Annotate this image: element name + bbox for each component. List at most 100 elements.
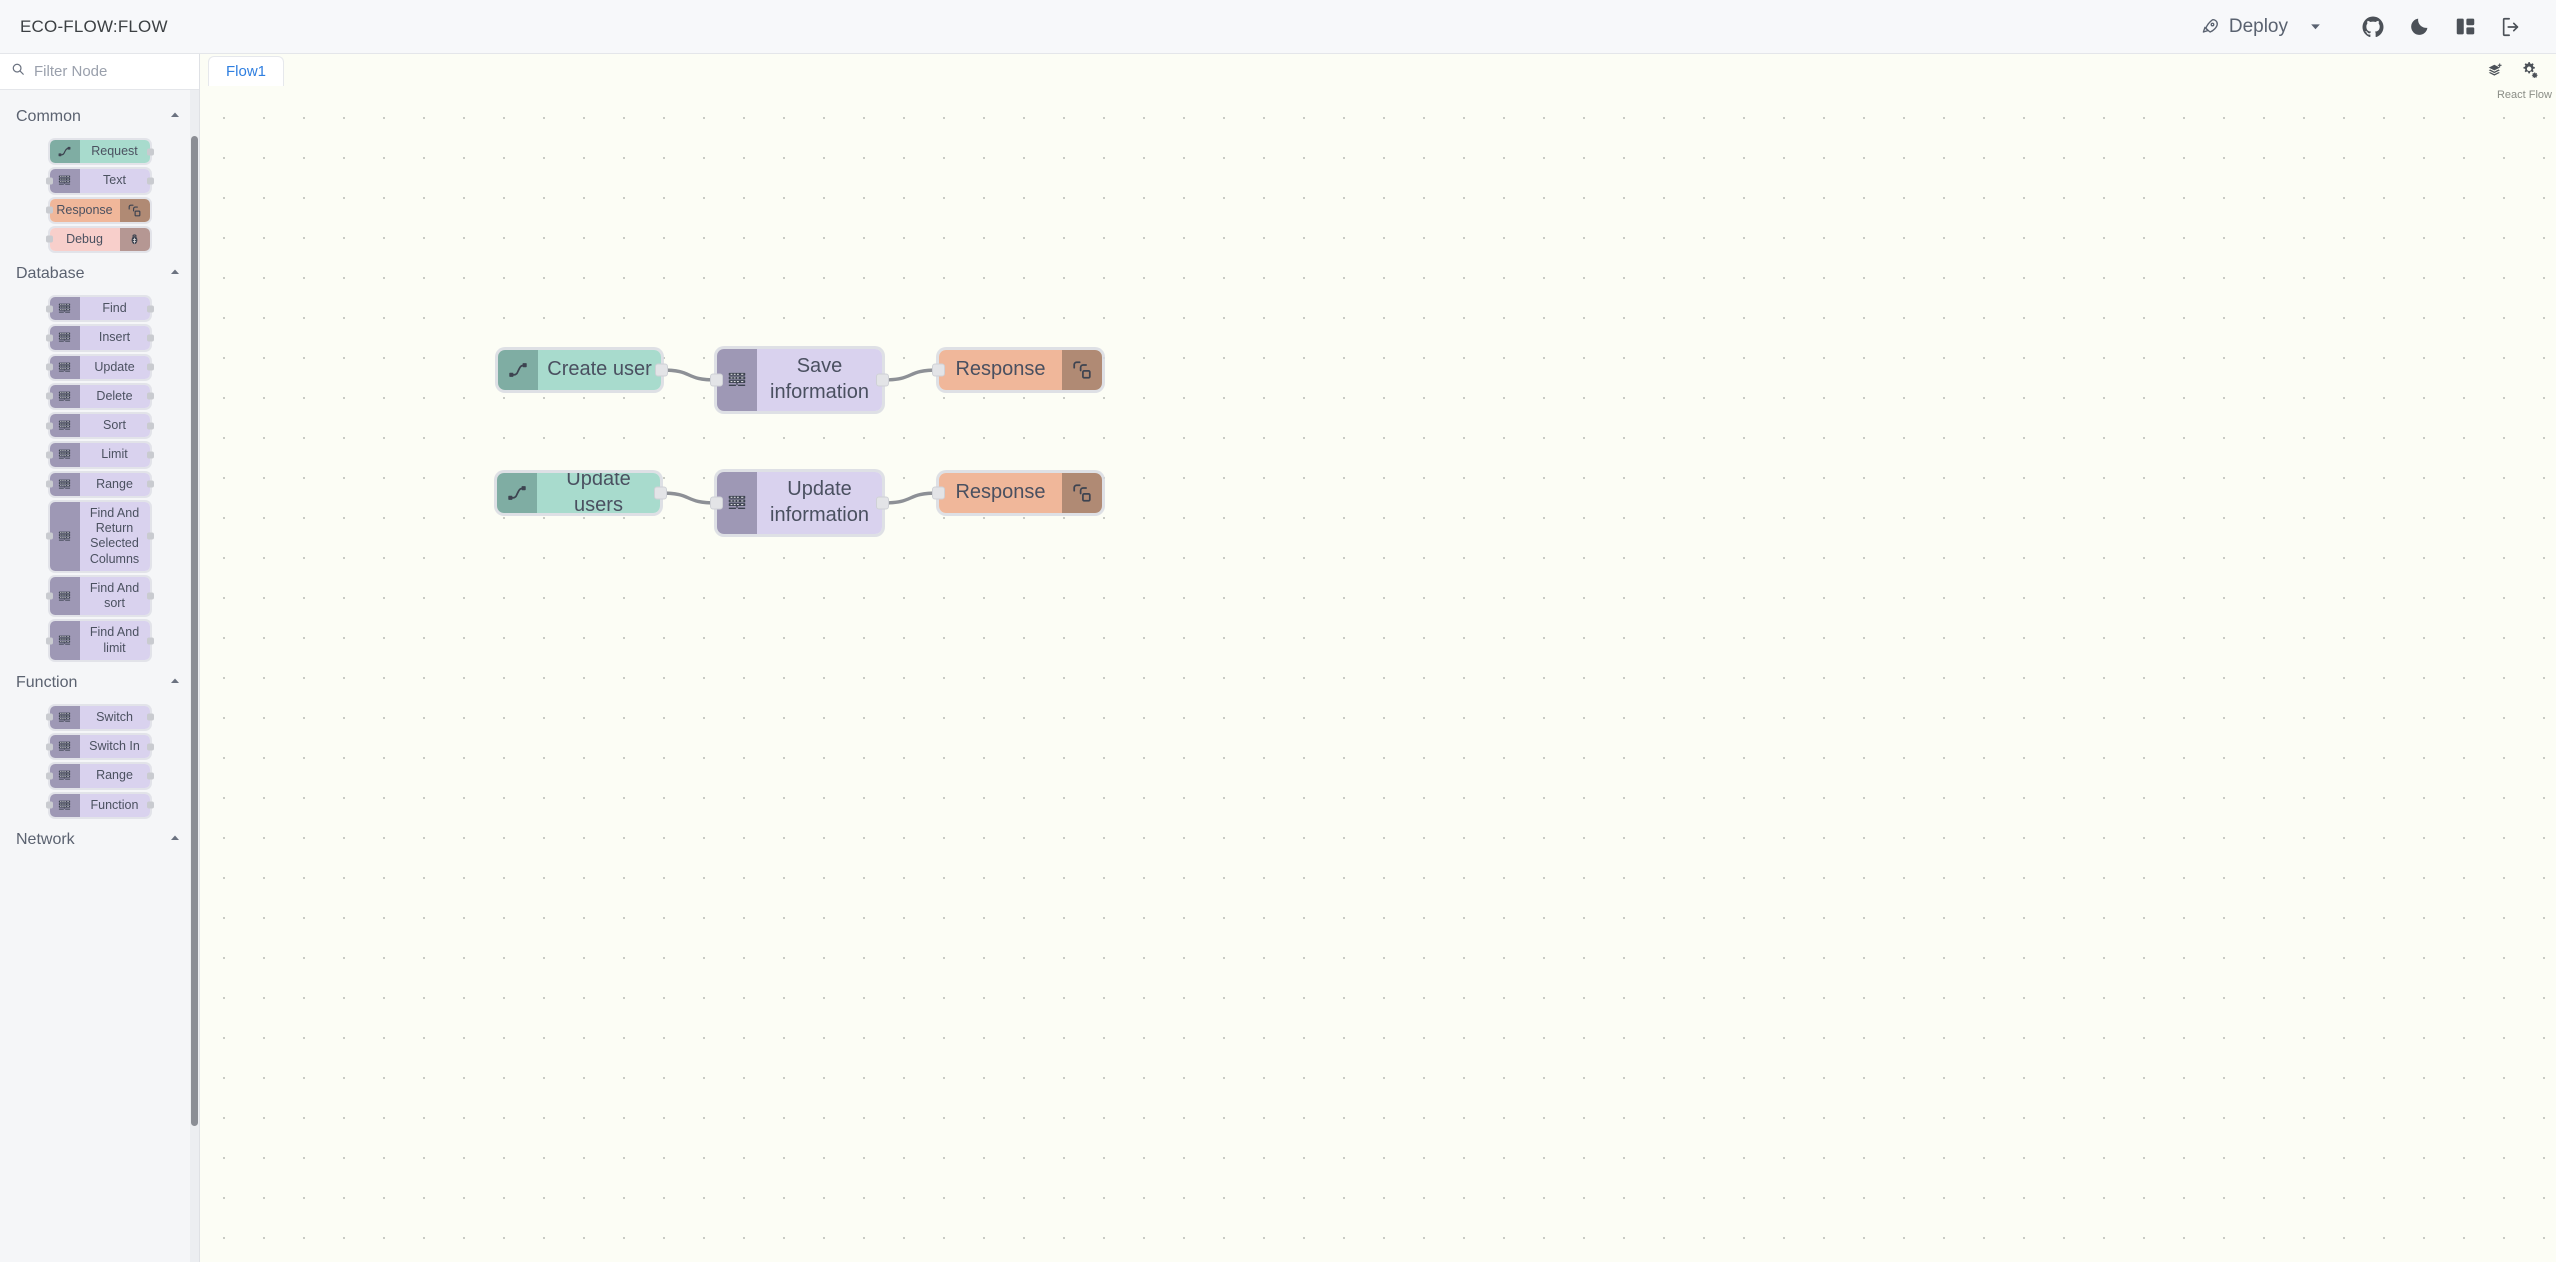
node-output-handle[interactable] — [146, 592, 154, 600]
node-input-handle[interactable] — [45, 743, 53, 751]
palette-node-request[interactable]: Request — [49, 140, 154, 164]
palette-group-database[interactable]: Database — [0, 257, 199, 291]
palette-node-find[interactable]: Find — [45, 297, 154, 321]
logout-button[interactable] — [2488, 4, 2534, 50]
palette-node-label: Range — [79, 764, 150, 788]
node-input-handle[interactable] — [45, 206, 53, 214]
request-path-icon — [498, 350, 538, 390]
node-output-handle[interactable] — [146, 743, 154, 751]
node-output-handle[interactable] — [655, 363, 668, 377]
node-output-handle[interactable] — [146, 480, 154, 488]
palette-node-range[interactable]: Range — [45, 764, 154, 788]
palette-node-find-and-limit[interactable]: Find And limit — [45, 621, 154, 660]
deploy-button[interactable]: Deploy — [2191, 10, 2298, 44]
node-input-handle[interactable] — [45, 637, 53, 644]
node-input-handle[interactable] — [45, 532, 53, 540]
chevron-up-icon — [169, 674, 181, 692]
search-input[interactable] — [34, 63, 188, 80]
node-output-handle[interactable] — [146, 148, 154, 156]
layout-toggle-button[interactable] — [2442, 4, 2488, 50]
palette-node-insert[interactable]: Insert — [45, 326, 154, 350]
flow-node-save-information[interactable]: Save information — [710, 349, 889, 411]
server-rack-icon — [49, 297, 80, 321]
node-output-handle[interactable] — [146, 451, 154, 459]
palette-group-function[interactable]: Function — [0, 666, 199, 700]
palette-node-function[interactable]: Function — [45, 793, 154, 817]
link-nodes-icon — [1062, 473, 1102, 513]
node-input-handle[interactable] — [45, 235, 53, 243]
palette-group-common[interactable]: Common — [0, 100, 199, 134]
node-output-handle[interactable] — [146, 334, 154, 342]
node-input-handle[interactable] — [45, 451, 53, 459]
node-input-handle[interactable] — [932, 486, 945, 500]
node-input-handle[interactable] — [45, 713, 53, 721]
settings-gears-icon — [2521, 61, 2538, 83]
github-button[interactable] — [2350, 4, 2396, 50]
node-input-handle[interactable] — [45, 801, 53, 809]
palette-node-find-and-return-selected-columns[interactable]: Find And Return Selected Columns — [45, 501, 154, 571]
flow-settings-button[interactable] — [2516, 60, 2542, 84]
rocket-icon — [2201, 17, 2220, 36]
palette-node-debug[interactable]: Debug — [45, 227, 150, 251]
tab-flow1[interactable]: Flow1 — [208, 56, 285, 87]
flow-node-create-user[interactable]: Create user — [498, 350, 668, 390]
node-input-handle[interactable] — [45, 334, 53, 342]
node-input-handle[interactable] — [710, 373, 723, 387]
palette-scroll-area[interactable]: Common Request Text Response Debug Database Fi… — [0, 90, 199, 1262]
server-rack-icon — [49, 384, 80, 408]
palette-node-sort[interactable]: Sort — [45, 414, 154, 438]
palette-node-label: Limit — [79, 443, 150, 467]
flow-node-label: Response — [939, 473, 1062, 513]
node-input-handle[interactable] — [932, 363, 945, 377]
server-rack-icon — [49, 735, 80, 759]
deploy-label: Deploy — [2228, 15, 2288, 37]
logout-icon — [2500, 16, 2522, 38]
node-input-handle[interactable] — [45, 592, 53, 600]
dark-mode-toggle[interactable] — [2396, 4, 2442, 50]
palette-node-find-and-sort[interactable]: Find And sort — [45, 576, 154, 616]
palette-node-limit[interactable]: Limit — [45, 443, 154, 467]
node-output-handle[interactable] — [146, 177, 154, 185]
flow-canvas[interactable]: Create user Save information Response Updat… — [200, 86, 2556, 1262]
node-output-handle[interactable] — [146, 801, 154, 809]
server-rack-icon — [49, 355, 80, 379]
node-output-handle[interactable] — [146, 713, 154, 721]
top-bar-actions: Deploy — [2191, 4, 2556, 50]
flow-node-response[interactable]: Response — [932, 473, 1102, 513]
node-output-handle[interactable] — [654, 486, 667, 500]
node-input-handle[interactable] — [45, 305, 53, 313]
node-input-handle[interactable] — [45, 422, 53, 430]
node-input-handle[interactable] — [45, 772, 53, 780]
server-rack-icon — [49, 169, 80, 193]
node-output-handle[interactable] — [146, 772, 154, 780]
palette-node-range[interactable]: Range — [45, 472, 154, 496]
flow-node-update-users[interactable]: Update users — [497, 473, 667, 513]
node-output-handle[interactable] — [146, 392, 154, 400]
node-output-handle[interactable] — [146, 422, 154, 430]
node-input-handle[interactable] — [45, 363, 53, 371]
palette-node-delete[interactable]: Delete — [45, 384, 154, 408]
node-input-handle[interactable] — [710, 496, 723, 510]
flow-node-response[interactable]: Response — [932, 350, 1102, 390]
palette-node-text[interactable]: Text — [45, 169, 154, 193]
palette-group-network[interactable]: Network — [0, 823, 199, 857]
node-input-handle[interactable] — [45, 392, 53, 400]
palette-node-update[interactable]: Update — [45, 355, 154, 379]
node-output-handle[interactable] — [146, 532, 154, 540]
node-input-handle[interactable] — [45, 480, 53, 488]
palette-group-title: Common — [16, 108, 81, 125]
node-output-handle[interactable] — [146, 305, 154, 313]
palette-node-switch-in[interactable]: Switch In — [45, 735, 154, 759]
node-output-handle[interactable] — [876, 496, 889, 510]
add-flow-button[interactable] — [2482, 60, 2508, 84]
palette-node-switch[interactable]: Switch — [45, 705, 154, 729]
node-output-handle[interactable] — [146, 363, 154, 371]
node-output-handle[interactable] — [876, 373, 889, 387]
flow-tab-bar: Flow1 — [200, 54, 2556, 87]
palette-node-response[interactable]: Response — [45, 198, 150, 222]
node-input-handle[interactable] — [45, 177, 53, 185]
chevron-down-icon — [2309, 20, 2322, 33]
flow-node-update-information[interactable]: Update information — [710, 472, 889, 534]
deploy-options-button[interactable] — [2298, 10, 2332, 44]
node-output-handle[interactable] — [146, 637, 154, 644]
